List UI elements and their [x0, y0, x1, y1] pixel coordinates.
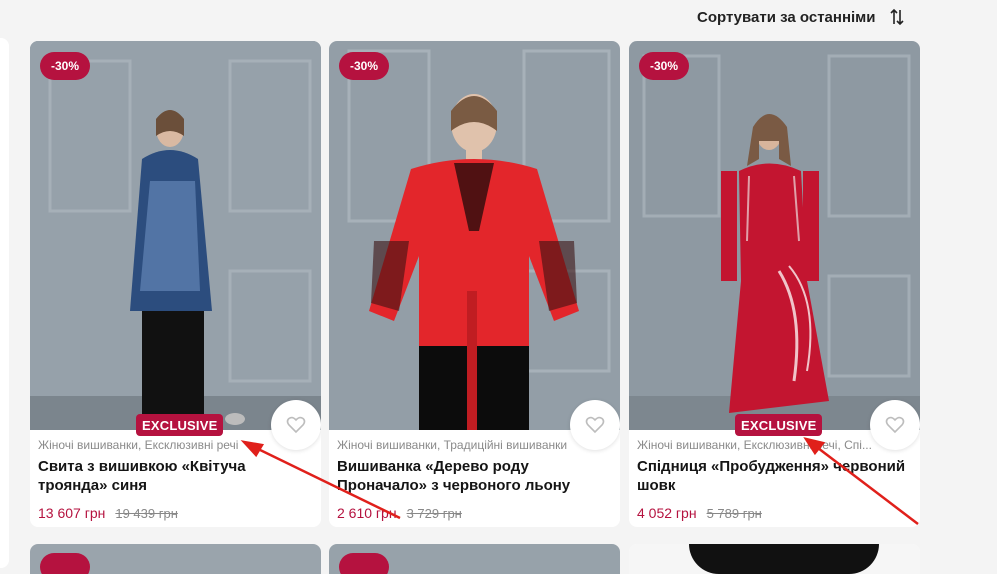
discount-badge-peek — [339, 553, 389, 574]
product-card[interactable]: -30% EXCLUSIVE Жіночі вишиванки, Ексклюз… — [30, 41, 321, 527]
product-categories[interactable]: Жіночі вишиванки, Ексклюзивні речі, Спі.… — [637, 438, 915, 452]
left-filter-panel-edge — [0, 38, 9, 568]
discount-badge: -30% — [339, 52, 389, 80]
garment-preview — [689, 544, 879, 574]
sort-label: Сортувати за останніми — [697, 8, 876, 26]
product-card[interactable]: -30% Жіночі вишиванки, Традиційні вишива… — [329, 41, 620, 527]
exclusive-badge: EXCLUSIVE — [136, 414, 224, 436]
product-title[interactable]: Спідниця «Пробудження» червоний шовк — [637, 457, 912, 495]
heart-icon — [885, 416, 905, 434]
product-card-peek[interactable] — [329, 544, 620, 574]
product-title[interactable]: Вишиванка «Дерево роду Проначало» з черв… — [337, 457, 612, 495]
sort-arrows-icon — [889, 8, 904, 26]
product-image[interactable] — [629, 41, 920, 430]
discount-badge: -30% — [639, 52, 689, 80]
product-image[interactable] — [30, 41, 321, 430]
price-block: 2 610 грн 3 729 грн — [337, 505, 462, 521]
product-card[interactable]: -30% EXCLUSIVE Жіночі вишиванки, Ексклюз… — [629, 41, 920, 527]
discount-badge-peek — [40, 553, 90, 574]
old-price: 3 729 грн — [406, 506, 462, 521]
current-price: 13 607 грн — [38, 505, 106, 521]
product-card-peek[interactable] — [30, 544, 321, 574]
sort-button[interactable]: Сортувати за останніми — [697, 6, 904, 28]
product-categories[interactable]: Жіночі вишиванки, Ексклюзивні речі — [38, 438, 316, 452]
product-title[interactable]: Свита з вишивкою «Квітуча троянда» синя — [38, 457, 313, 495]
old-price: 5 789 грн — [706, 506, 762, 521]
heart-icon — [585, 416, 605, 434]
price-block: 13 607 грн 19 439 грн — [38, 505, 178, 521]
product-categories[interactable]: Жіночі вишиванки, Традиційні вишиванки — [337, 438, 615, 452]
current-price: 2 610 грн — [337, 505, 397, 521]
product-image[interactable] — [329, 41, 620, 430]
product-card-peek[interactable] — [629, 544, 920, 574]
price-block: 4 052 грн 5 789 грн — [637, 505, 762, 521]
discount-badge: -30% — [40, 52, 90, 80]
old-price: 19 439 грн — [115, 506, 178, 521]
heart-icon — [286, 416, 306, 434]
exclusive-badge: EXCLUSIVE — [735, 414, 823, 436]
current-price: 4 052 грн — [637, 505, 697, 521]
